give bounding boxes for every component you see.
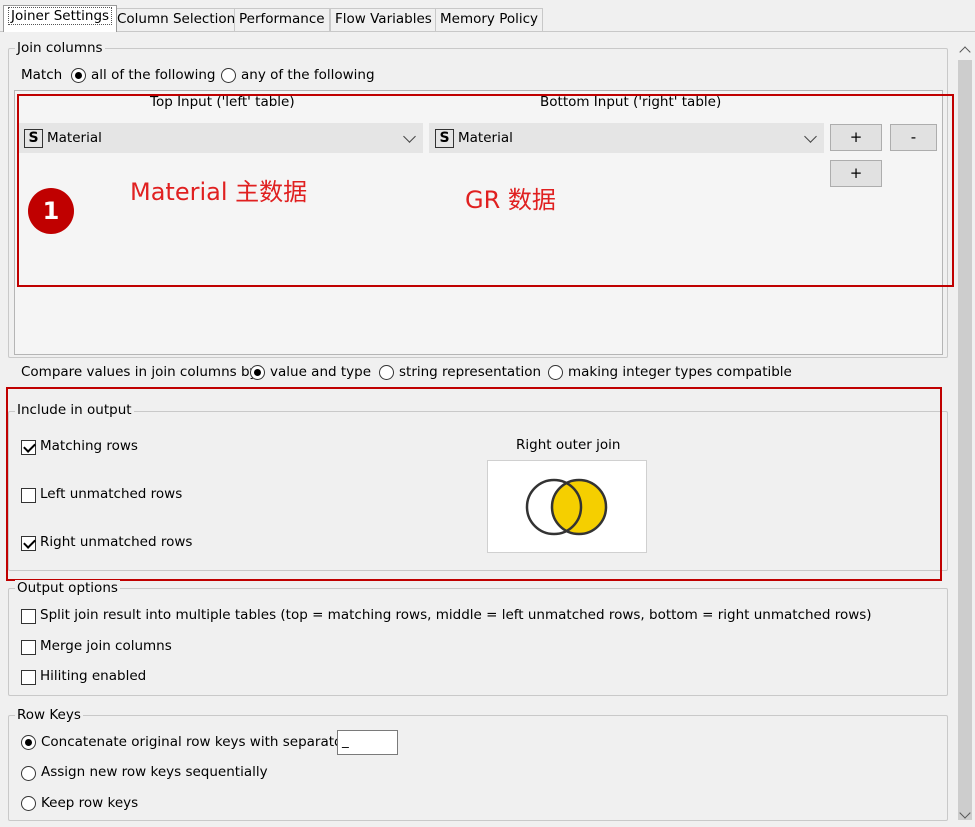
match-label: Match [21, 67, 63, 83]
compare-integer-radio[interactable] [548, 365, 563, 380]
split-result-checkbox[interactable] [21, 609, 36, 624]
annotation-box-2 [6, 387, 942, 581]
match-any-radio[interactable] [221, 68, 236, 83]
tab-bar: Joiner Settings Column Selection Perform… [0, 0, 975, 32]
vertical-scrollbar[interactable] [955, 40, 975, 827]
tab-flow-variables[interactable]: Flow Variables [330, 8, 437, 32]
assign-new-keys-radio[interactable] [21, 766, 36, 781]
match-all-radio[interactable] [71, 68, 86, 83]
tab-label: Joiner Settings [8, 7, 113, 25]
compare-string-radio[interactable] [379, 365, 394, 380]
concatenate-keys-radio[interactable] [21, 735, 36, 750]
keep-row-keys-radio[interactable] [21, 796, 36, 811]
tab-divider [0, 31, 975, 32]
compare-value-type-radio[interactable] [250, 365, 265, 380]
tab-label: Flow Variables [335, 11, 432, 27]
tab-label: Column Selection [117, 11, 236, 27]
split-result-label: Split join result into multiple tables (… [40, 607, 872, 623]
tab-label: Memory Policy [440, 11, 539, 27]
merge-join-columns-label: Merge join columns [40, 638, 172, 654]
compare-value-type-label: value and type [270, 364, 372, 380]
hiliting-checkbox[interactable] [21, 670, 36, 685]
annotation-left-text: Material 主数据 [130, 178, 308, 206]
assign-new-keys-label: Assign new row keys sequentially [41, 764, 268, 780]
merge-join-columns-checkbox[interactable] [21, 640, 36, 655]
separator-input[interactable]: _ [337, 730, 398, 755]
concatenate-keys-label: Concatenate original row keys with separ… [41, 734, 348, 750]
scroll-up-icon[interactable] [959, 46, 971, 58]
scrollbar-thumb[interactable] [958, 60, 972, 820]
tab-performance[interactable]: Performance [234, 8, 330, 32]
tab-column-selection[interactable]: Column Selection [112, 8, 241, 32]
row-keys-legend: Row Keys [15, 707, 83, 723]
output-options-legend: Output options [15, 580, 120, 596]
tab-memory-policy[interactable]: Memory Policy [435, 8, 544, 32]
join-columns-legend: Join columns [15, 40, 105, 56]
match-any-label: any of the following [241, 67, 375, 83]
keep-row-keys-label: Keep row keys [41, 795, 139, 811]
tab-label: Performance [239, 11, 325, 27]
match-all-label: all of the following [91, 67, 216, 83]
tab-joiner-settings[interactable]: Joiner Settings [3, 5, 118, 32]
hiliting-label: Hiliting enabled [40, 668, 147, 684]
annotation-number: 1 [28, 188, 74, 234]
compare-integer-label: making integer types compatible [568, 364, 792, 380]
annotation-right-text: GR 数据 [465, 186, 556, 214]
compare-string-label: string representation [399, 364, 542, 380]
compare-label: Compare values in join columns by [21, 364, 258, 380]
